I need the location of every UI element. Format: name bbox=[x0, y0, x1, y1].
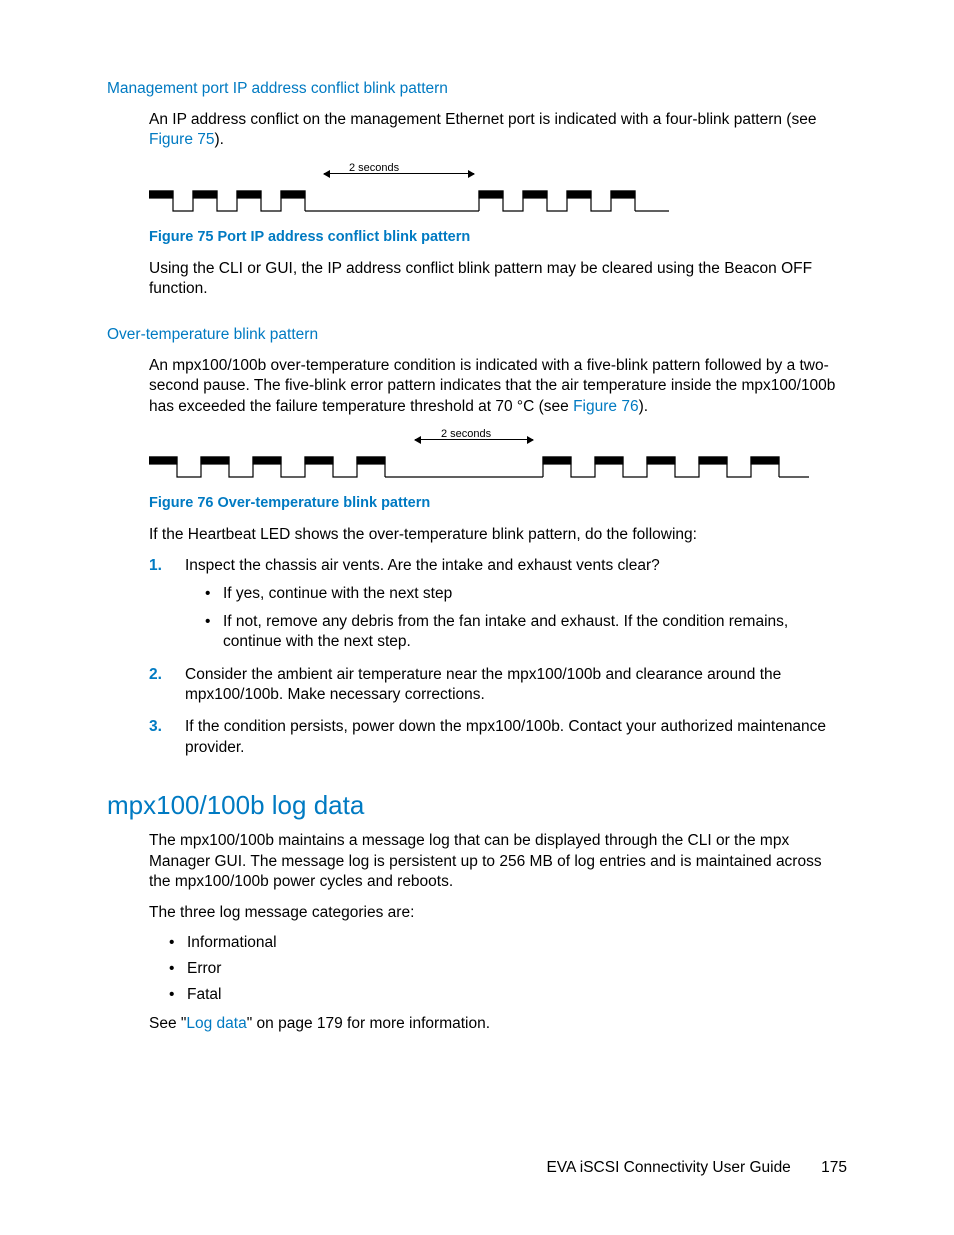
para-over-temp-intro: An mpx100/100b over-temperature conditio… bbox=[149, 356, 847, 417]
sub-item: If yes, continue with the next step bbox=[205, 584, 847, 604]
gap-arrow bbox=[324, 173, 474, 174]
step-text: Consider the ambient air temperature nea… bbox=[185, 666, 781, 703]
gap-arrow-row: 2 seconds bbox=[149, 165, 847, 183]
page-number: 175 bbox=[821, 1159, 847, 1177]
step-text: If the condition persists, power down th… bbox=[185, 718, 826, 755]
section-log-data-body: The mpx100/100b maintains a message log … bbox=[149, 831, 847, 1034]
sub-item: If not, remove any debris from the fan i… bbox=[205, 612, 847, 652]
gap-arrow bbox=[415, 439, 533, 440]
para-see-log-data: See "Log data" on page 179 for more info… bbox=[149, 1014, 847, 1034]
para-log-intro: The mpx100/100b maintains a message log … bbox=[149, 831, 847, 892]
figure-75-caption: Figure 75 Port IP address conflict blink… bbox=[149, 229, 847, 245]
heading-over-temp: Over-temperature blink pattern bbox=[107, 326, 847, 344]
pulse-train-5 bbox=[149, 451, 809, 487]
link-figure-75[interactable]: Figure 75 bbox=[149, 131, 214, 148]
step-2: 2. Consider the ambient air temperature … bbox=[149, 665, 847, 706]
link-log-data[interactable]: Log data bbox=[186, 1015, 246, 1032]
figure-76-caption: Figure 76 Over-temperature blink pattern bbox=[149, 495, 847, 511]
footer-title: EVA iSCSI Connectivity User Guide bbox=[546, 1159, 790, 1176]
step-1-sublist: If yes, continue with the next step If n… bbox=[205, 584, 847, 652]
category-item: Informational bbox=[169, 933, 847, 953]
para-log-categories: The three log message categories are: bbox=[149, 903, 847, 923]
steps-list: 1. Inspect the chassis air vents. Are th… bbox=[149, 556, 847, 759]
pulse-train-4 bbox=[149, 185, 669, 221]
step-text: Inspect the chassis air vents. Are the i… bbox=[185, 557, 660, 574]
para-mgmt-clear: Using the CLI or GUI, the IP address con… bbox=[149, 259, 847, 300]
step-marker: 2. bbox=[149, 665, 162, 685]
para-if-heartbeat: If the Heartbeat LED shows the over-temp… bbox=[149, 525, 847, 545]
link-figure-76[interactable]: Figure 76 bbox=[573, 398, 638, 415]
section-mgmt-port-body: An IP address conflict on the management… bbox=[149, 110, 847, 300]
text: An IP address conflict on the management… bbox=[149, 111, 816, 128]
gap-arrow-row: 2 seconds bbox=[149, 431, 847, 449]
category-item: Fatal bbox=[169, 985, 847, 1005]
page-footer: EVA iSCSI Connectivity User Guide 175 bbox=[0, 1159, 954, 1177]
figure-76-diagram: 2 seconds bbox=[149, 431, 847, 487]
text: ). bbox=[639, 398, 648, 415]
section-over-temp-body: An mpx100/100b over-temperature conditio… bbox=[149, 356, 847, 759]
step-marker: 1. bbox=[149, 556, 162, 576]
heading-log-data: mpx100/100b log data bbox=[107, 790, 847, 821]
text: " on page 179 for more information. bbox=[247, 1015, 490, 1032]
heading-mgmt-port-conflict: Management port IP address conflict blin… bbox=[107, 80, 847, 98]
para-mgmt-intro: An IP address conflict on the management… bbox=[149, 110, 847, 151]
figure-75-diagram: 2 seconds bbox=[149, 165, 847, 221]
step-3: 3. If the condition persists, power down… bbox=[149, 717, 847, 758]
step-marker: 3. bbox=[149, 717, 162, 737]
text: See " bbox=[149, 1015, 186, 1032]
step-1: 1. Inspect the chassis air vents. Are th… bbox=[149, 556, 847, 653]
category-list: Informational Error Fatal bbox=[169, 933, 847, 1005]
text: An mpx100/100b over-temperature conditio… bbox=[149, 357, 835, 415]
text: ). bbox=[214, 131, 223, 148]
category-item: Error bbox=[169, 959, 847, 979]
